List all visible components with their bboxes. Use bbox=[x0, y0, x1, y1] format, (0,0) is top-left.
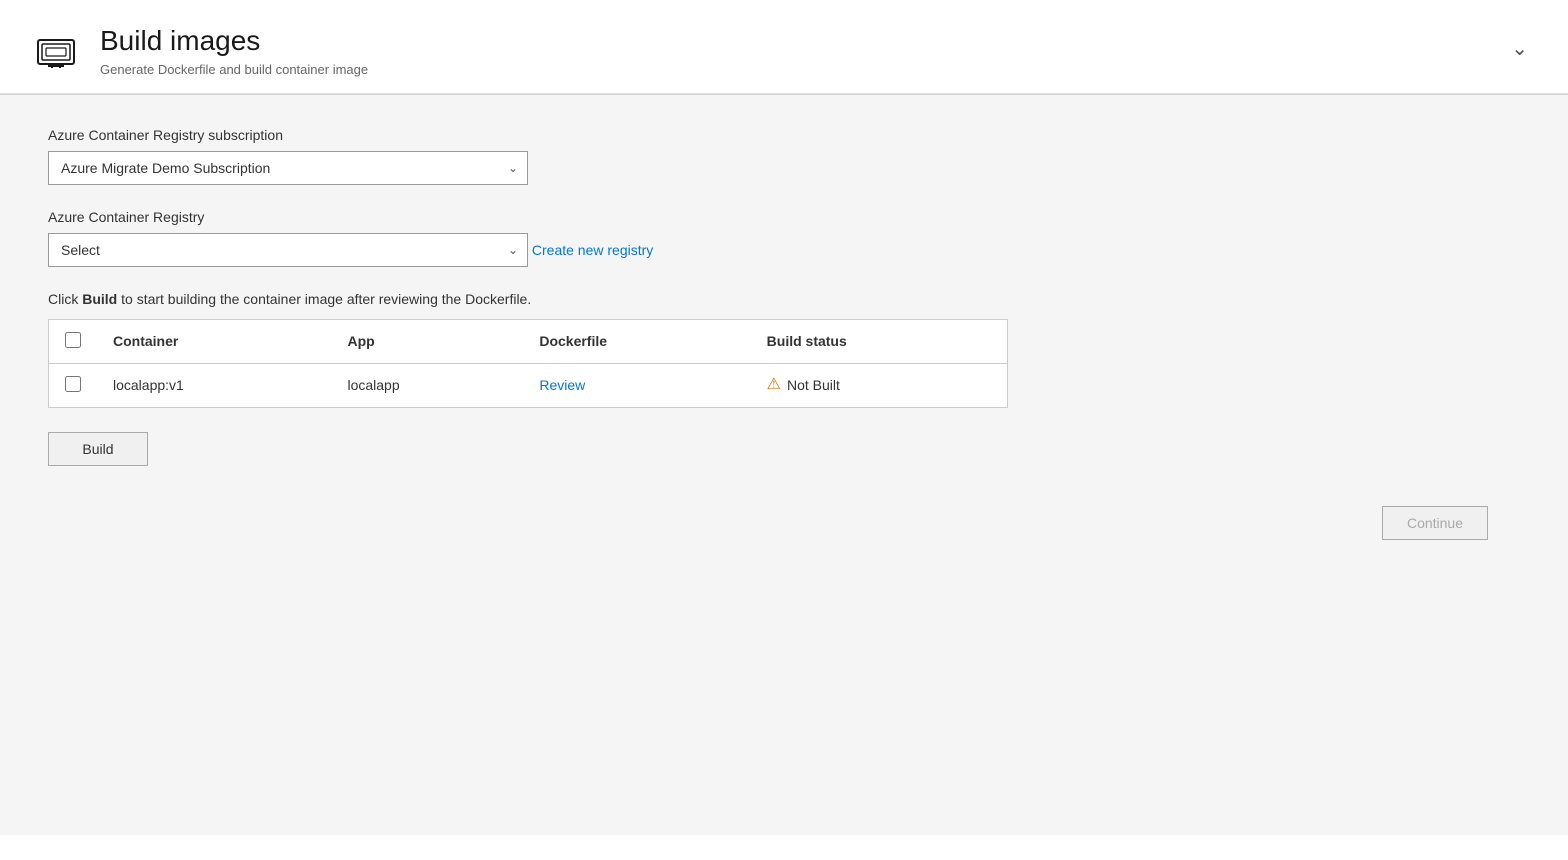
build-images-icon bbox=[32, 28, 80, 76]
warning-icon: ⚠ bbox=[767, 377, 781, 393]
row-app-cell: localapp bbox=[331, 363, 523, 407]
page-title: Build images bbox=[100, 24, 368, 58]
header-text: Build images Generate Dockerfile and bui… bbox=[100, 24, 368, 77]
table-header: Container App Dockerfile Build status bbox=[49, 319, 1008, 363]
instruction-suffix: to start building the container image af… bbox=[117, 291, 531, 307]
registry-field-group: Azure Container Registry Select ⌄ Create… bbox=[48, 209, 1008, 267]
instruction-prefix: Click bbox=[48, 291, 82, 307]
registry-select[interactable]: Select bbox=[48, 233, 528, 267]
build-status: ⚠ Not Built bbox=[767, 377, 991, 393]
table-header-row: Container App Dockerfile Build status bbox=[49, 319, 1008, 363]
continue-button[interactable]: Continue bbox=[1382, 506, 1488, 540]
build-status-text: Not Built bbox=[787, 377, 840, 393]
create-registry-link[interactable]: Create new registry bbox=[532, 242, 653, 258]
page-header: Build images Generate Dockerfile and bui… bbox=[0, 0, 1568, 94]
header-left: Build images Generate Dockerfile and bui… bbox=[32, 24, 368, 77]
table-header-build-status: Build status bbox=[751, 319, 1008, 363]
review-link[interactable]: Review bbox=[539, 377, 585, 393]
row-checkbox-cell bbox=[49, 363, 98, 407]
subscription-field-group: Azure Container Registry subscription Az… bbox=[48, 127, 1008, 185]
instruction-text: Click Build to start building the contai… bbox=[48, 291, 1008, 307]
table-header-checkbox-col bbox=[49, 319, 98, 363]
instruction-bold: Build bbox=[82, 291, 117, 307]
table-row: localapp:v1 localapp Review ⚠ Not Built bbox=[49, 363, 1008, 407]
registry-select-wrapper: Select ⌄ bbox=[48, 233, 528, 267]
page-subtitle: Generate Dockerfile and build container … bbox=[100, 62, 368, 77]
table-header-dockerfile: Dockerfile bbox=[523, 319, 750, 363]
containers-table: Container App Dockerfile Build status lo… bbox=[48, 319, 1008, 408]
footer-actions: Continue bbox=[48, 490, 1520, 556]
table-header-app: App bbox=[331, 319, 523, 363]
row-checkbox[interactable] bbox=[65, 376, 81, 392]
row-container-cell: localapp:v1 bbox=[97, 363, 331, 407]
subscription-label: Azure Container Registry subscription bbox=[48, 127, 1008, 143]
registry-label: Azure Container Registry bbox=[48, 209, 1008, 225]
build-button[interactable]: Build bbox=[48, 432, 148, 466]
row-build-status-cell: ⚠ Not Built bbox=[751, 363, 1008, 407]
table-body: localapp:v1 localapp Review ⚠ Not Built bbox=[49, 363, 1008, 407]
collapse-button[interactable]: ⌄ bbox=[1503, 28, 1536, 69]
build-button-section: Build bbox=[48, 432, 1008, 466]
app-name: localapp bbox=[347, 377, 399, 393]
container-name: localapp:v1 bbox=[113, 377, 184, 393]
table-header-container: Container bbox=[97, 319, 331, 363]
row-dockerfile-cell: Review bbox=[523, 363, 750, 407]
subscription-select[interactable]: Azure Migrate Demo Subscription bbox=[48, 151, 528, 185]
form-section: Azure Container Registry subscription Az… bbox=[48, 127, 1008, 466]
select-all-checkbox[interactable] bbox=[65, 332, 81, 348]
subscription-select-wrapper: Azure Migrate Demo Subscription ⌄ bbox=[48, 151, 528, 185]
main-content: Azure Container Registry subscription Az… bbox=[0, 95, 1568, 835]
